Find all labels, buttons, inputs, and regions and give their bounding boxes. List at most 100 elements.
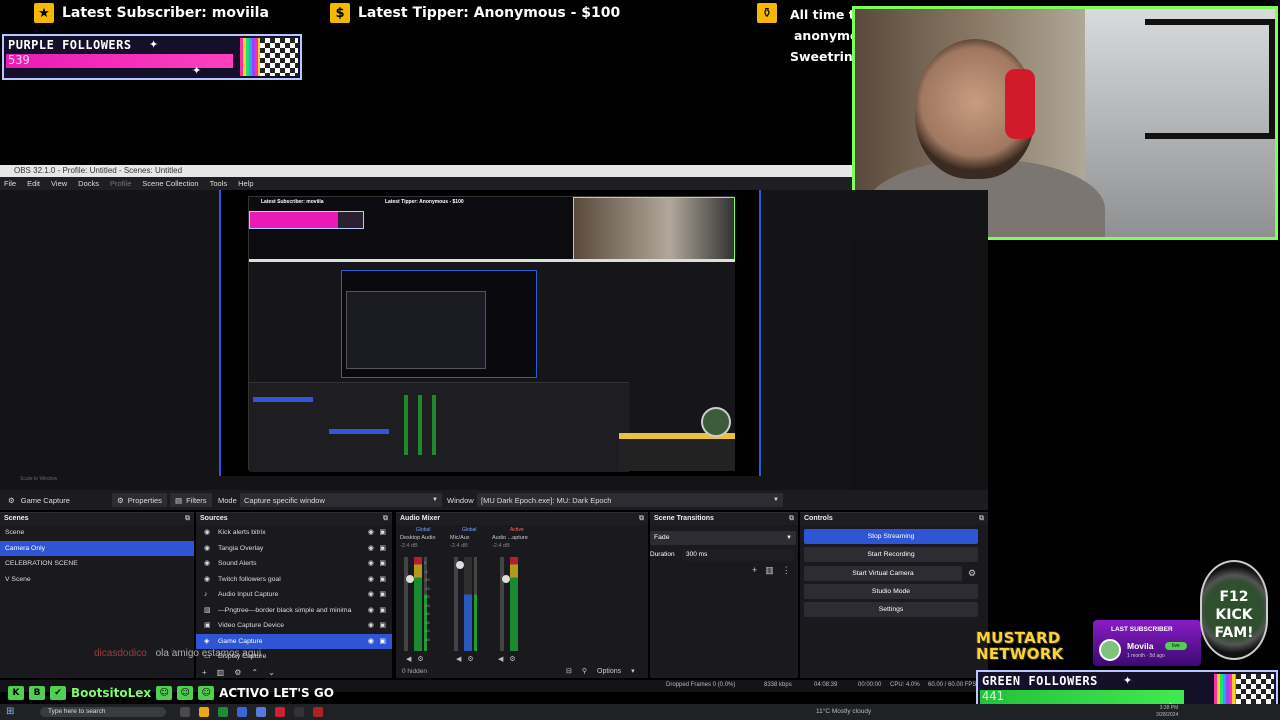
- file-explorer-icon[interactable]: [199, 707, 209, 717]
- lock-icon[interactable]: ▣: [379, 556, 386, 572]
- lock-icon[interactable]: ▣: [379, 634, 386, 650]
- properties-button[interactable]: ⚙ Properties: [112, 493, 167, 507]
- obs-icon[interactable]: [294, 707, 304, 717]
- transition-select[interactable]: Fade ▼: [650, 531, 796, 545]
- arrow-down-icon[interactable]: ⌄: [268, 668, 275, 677]
- taskbar-search[interactable]: Type here to search: [40, 707, 166, 717]
- add-icon[interactable]: +: [752, 565, 757, 576]
- zoom-label[interactable]: Scale to Window: [20, 476, 57, 482]
- gear-icon[interactable]: ⚙: [467, 655, 473, 663]
- stop-streaming-button[interactable]: Stop Streaming: [804, 529, 978, 544]
- eye-icon[interactable]: ◉: [368, 556, 374, 572]
- menu-scene-collection[interactable]: Scene Collection: [142, 177, 198, 190]
- gear-icon: ⚙: [117, 495, 124, 505]
- source-item[interactable]: ◉ Tangia Overlay ◉ ▣: [196, 541, 392, 557]
- menu-help[interactable]: Help: [238, 177, 253, 190]
- source-item[interactable]: ▨ —Pngtree—border black simple and minima…: [196, 603, 392, 619]
- windows-start-icon[interactable]: ⊞: [6, 706, 14, 717]
- speaker-icon[interactable]: ◀: [498, 655, 503, 663]
- obs-menubar: File Edit View Docks Profile Scene Colle…: [0, 177, 852, 190]
- window-label: Window: [447, 495, 474, 505]
- speaker-icon[interactable]: ◀: [456, 655, 461, 663]
- arrow-up-icon[interactable]: ⌃: [251, 668, 258, 677]
- weather-widget[interactable]: 11°C Mostly cloudy: [816, 708, 871, 715]
- fader-knob[interactable]: [456, 561, 464, 569]
- chrome-icon[interactable]: [218, 707, 228, 717]
- app-icon[interactable]: [237, 707, 247, 717]
- fader-knob[interactable]: [406, 575, 414, 583]
- eye-icon[interactable]: ◉: [368, 587, 374, 603]
- preview-mustard-network: [619, 433, 735, 471]
- menu-file[interactable]: File: [4, 177, 16, 190]
- lock-icon[interactable]: ▣: [379, 587, 386, 603]
- task-view-icon[interactable]: [180, 707, 190, 717]
- speaker-icon[interactable]: ◀: [406, 655, 411, 663]
- trash-icon[interactable]: ▥: [765, 565, 774, 576]
- gear-icon[interactable]: ⚙: [234, 668, 241, 677]
- more-icon[interactable]: ⋮: [782, 565, 791, 576]
- lock-icon[interactable]: ▣: [379, 603, 386, 619]
- app-icon[interactable]: [313, 707, 323, 717]
- hidden-count[interactable]: 0 hidden: [402, 666, 427, 678]
- bitrate: 8338 kbps: [764, 682, 792, 688]
- volume-fader[interactable]: [454, 557, 464, 651]
- options-button[interactable]: Options: [597, 666, 621, 678]
- scene-item-selected[interactable]: Camera Only: [0, 540, 194, 556]
- lock-icon[interactable]: ▣: [379, 618, 386, 634]
- eye-icon[interactable]: ◉: [368, 541, 374, 557]
- window-select[interactable]: [MU Dark Epoch.exe]: MU: Dark Epoch ▼: [477, 493, 783, 507]
- scene-item[interactable]: Scene: [0, 525, 194, 541]
- menu-profile[interactable]: Profile: [110, 177, 131, 190]
- lock-icon[interactable]: ▣: [379, 541, 386, 557]
- source-item[interactable]: ◉ Kick alerts bitrix ◉ ▣: [196, 525, 392, 541]
- gear-icon[interactable]: ⚙: [417, 655, 423, 663]
- source-item[interactable]: ◉ Sound Alerts ◉ ▣: [196, 556, 392, 572]
- source-item[interactable]: ▣ Video Capture Device ◉ ▣: [196, 618, 392, 634]
- purple-followers-goal: PURPLE FOLLOWERS 539 550 ✦ ✦: [2, 34, 302, 80]
- dock-menu-icon[interactable]: ⧉: [639, 513, 644, 525]
- settings-button[interactable]: Settings: [804, 602, 978, 617]
- eye-icon[interactable]: ◉: [368, 618, 374, 634]
- volume-fader[interactable]: [500, 557, 510, 651]
- gear-icon[interactable]: ⚙: [968, 568, 976, 579]
- fader-knob[interactable]: [502, 575, 510, 583]
- volume-fader[interactable]: [404, 557, 414, 651]
- lock-icon[interactable]: ▣: [379, 525, 386, 541]
- add-icon[interactable]: +: [202, 668, 207, 677]
- filters-button[interactable]: ▤ Filters: [170, 493, 212, 507]
- eye-icon[interactable]: ◉: [368, 634, 374, 650]
- discord-icon[interactable]: [256, 707, 266, 717]
- dock-menu-icon[interactable]: ⧉: [185, 513, 190, 525]
- menu-edit[interactable]: Edit: [27, 177, 40, 190]
- source-item[interactable]: ♪ Audio Input Capture ◉ ▣: [196, 587, 392, 603]
- menu-docks[interactable]: Docks: [78, 177, 99, 190]
- menu-tools[interactable]: Tools: [210, 177, 228, 190]
- eye-icon[interactable]: ◉: [368, 572, 374, 588]
- dock-menu-icon[interactable]: ⧉: [979, 513, 984, 525]
- properties-label: Properties: [127, 495, 162, 505]
- menu-view[interactable]: View: [51, 177, 67, 190]
- live-badge: live: [1165, 642, 1187, 650]
- dock-menu-icon[interactable]: ⧉: [789, 513, 794, 525]
- scene-item[interactable]: V Scene: [0, 572, 194, 588]
- source-item[interactable]: ◉ Twitch followers goal ◉ ▣: [196, 572, 392, 588]
- obs-preview[interactable]: Latest Subscriber: moviila Latest Tipper…: [219, 190, 761, 476]
- dock-menu-icon[interactable]: ⧉: [383, 513, 388, 525]
- source-item-selected[interactable]: ◈ Game Capture ◉ ▣: [196, 633, 392, 650]
- layout-icon[interactable]: ⊟: [566, 666, 572, 678]
- mode-select[interactable]: Capture specific window ▼: [240, 493, 442, 507]
- lock-icon[interactable]: ▣: [379, 572, 386, 588]
- duration-input[interactable]: 300 ms: [682, 549, 794, 561]
- taskbar-clock[interactable]: 3:38 PM 3/28/2024: [1156, 705, 1178, 719]
- eye-icon[interactable]: ◉: [368, 525, 374, 541]
- studio-mode-button[interactable]: Studio Mode: [804, 584, 978, 599]
- link-icon[interactable]: ⚲: [582, 666, 587, 678]
- start-virtual-camera-button[interactable]: Start Virtual Camera: [804, 566, 962, 581]
- selected-source: ⚙ Game Capture: [8, 496, 70, 505]
- eye-icon[interactable]: ◉: [368, 603, 374, 619]
- gear-icon[interactable]: ⚙: [509, 655, 515, 663]
- scene-item[interactable]: CELEBRATION SCENE: [0, 556, 194, 572]
- start-recording-button[interactable]: Start Recording: [804, 547, 978, 562]
- app-icon[interactable]: [275, 707, 285, 717]
- trash-icon[interactable]: ▥: [217, 668, 225, 677]
